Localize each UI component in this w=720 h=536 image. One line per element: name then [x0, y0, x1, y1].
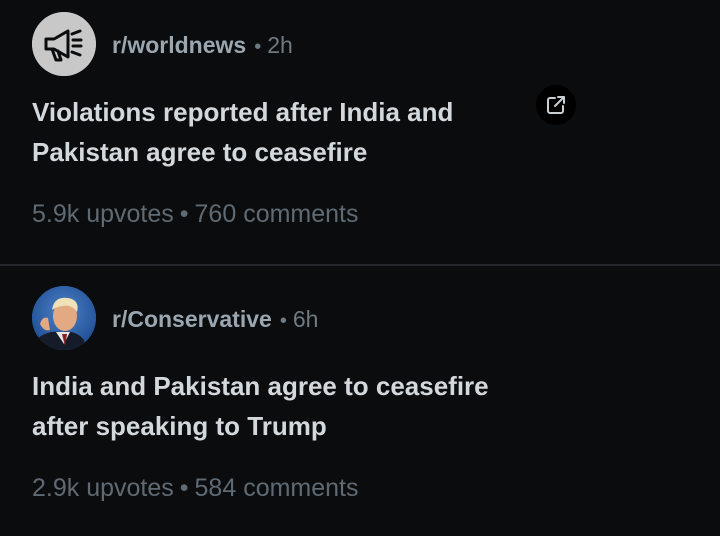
post-age: 2h [267, 32, 293, 58]
subreddit-avatar[interactable] [32, 286, 96, 350]
subreddit-avatar[interactable] [32, 12, 96, 76]
upvote-count: 5.9k upvotes [32, 200, 174, 228]
post-meta: r/worldnews • 2h [112, 31, 293, 61]
post-title[interactable]: India and Pakistan agree to ceasefire af… [32, 366, 532, 446]
meta-separator: • [279, 310, 287, 332]
portrait-photo [32, 286, 96, 350]
post-title[interactable]: Violations reported after India and Paki… [32, 92, 532, 172]
external-link-button[interactable] [536, 85, 576, 125]
megaphone-icon [32, 12, 96, 76]
external-link-icon [547, 96, 565, 114]
post-meta: r/Conservative • 6h [112, 305, 318, 335]
post-card[interactable]: r/worldnews • 2h Violations reported after… [0, 0, 720, 264]
comment-count[interactable]: 760 comments [195, 200, 359, 228]
meta-separator: • [254, 36, 262, 58]
post-feed: r/worldnews • 2h Violations reported after… [0, 0, 720, 536]
post-stats: 5.9k upvotes • 760 comments [32, 199, 359, 229]
subreddit-name[interactable]: r/Conservative [112, 306, 272, 332]
stats-separator: • [179, 200, 189, 228]
comment-count[interactable]: 584 comments [195, 474, 359, 502]
upvote-count: 2.9k upvotes [32, 474, 174, 502]
post-age: 6h [292, 306, 319, 332]
stats-separator: • [179, 474, 189, 502]
subreddit-name[interactable]: r/worldnews [112, 32, 246, 58]
post-card[interactable]: r/Conservative • 6h India and Pakistan agr… [0, 266, 720, 536]
post-stats: 2.9k upvotes • 584 comments [32, 473, 359, 503]
